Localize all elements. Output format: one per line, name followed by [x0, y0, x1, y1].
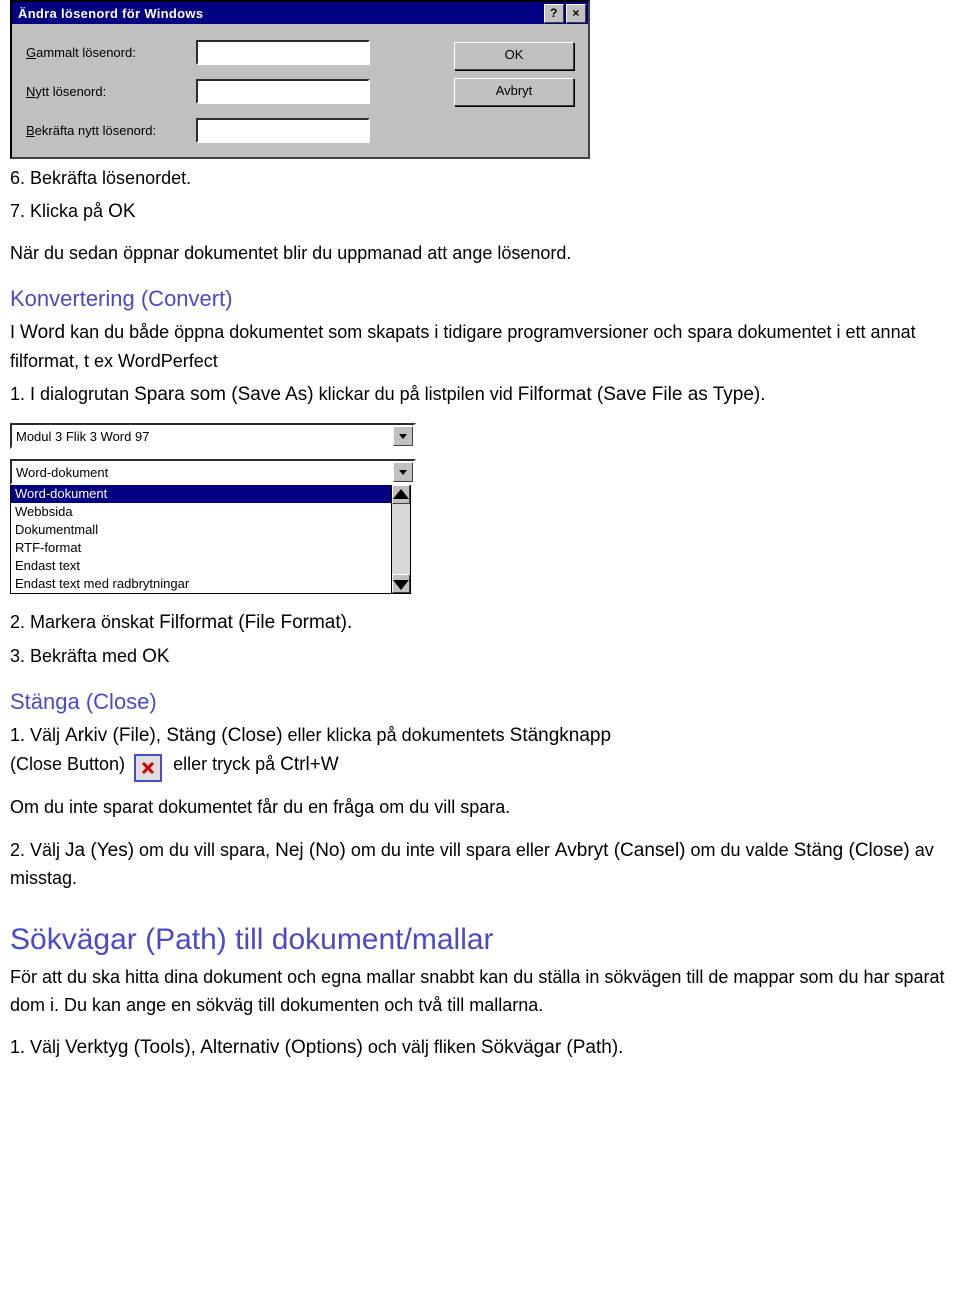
- heading-close: Stänga (Close): [10, 685, 950, 719]
- convert-step1: 1. I dialogrutan Spara som (Save As) kli…: [10, 380, 950, 409]
- paths-intro: För att du ska hitta dina dokument och e…: [10, 964, 950, 1020]
- step-confirm-password: 6. Bekräfta lösenordet.: [10, 165, 950, 193]
- filename-combo-value: Modul 3 Flik 3 Word 97: [16, 429, 149, 444]
- ok-button[interactable]: OK: [454, 42, 574, 70]
- list-item[interactable]: RTF-format: [11, 539, 391, 557]
- filename-combo-block: Modul 3 Flik 3 Word 97 Word-dokument Wor…: [10, 423, 950, 594]
- close-step1: 1. Välj Arkiv (File), Stäng (Close) elle…: [10, 721, 950, 780]
- scroll-up-icon[interactable]: [392, 485, 410, 504]
- help-button[interactable]: ?: [544, 4, 564, 23]
- fileformat-combo-value: Word-dokument: [16, 465, 108, 480]
- new-password-label: Nytt lösenord:: [26, 84, 196, 99]
- filename-combo[interactable]: Modul 3 Flik 3 Word 97: [10, 423, 416, 449]
- convert-intro: I Word kan du både öppna dokumentet som …: [10, 318, 950, 375]
- password-prompt-note: När du sedan öppnar dokumentet blir du u…: [10, 240, 950, 268]
- close-button[interactable]: ×: [566, 4, 586, 23]
- dialog-title: Ändra lösenord för Windows: [18, 6, 542, 21]
- list-item[interactable]: Word-dokument: [11, 485, 391, 503]
- list-item[interactable]: Dokumentmall: [11, 521, 391, 539]
- cancel-button[interactable]: Avbryt: [454, 78, 574, 106]
- old-password-input[interactable]: [196, 40, 370, 65]
- close-icon: [134, 754, 162, 782]
- convert-step2: 2. Markera önskat Filformat (File Format…: [10, 608, 950, 637]
- scrollbar[interactable]: [392, 484, 411, 594]
- list-item[interactable]: Webbsida: [11, 503, 391, 521]
- dialog-titlebar: Ändra lösenord för Windows ? ×: [12, 2, 588, 24]
- fileformat-combo[interactable]: Word-dokument: [10, 459, 416, 485]
- paths-step1: 1. Välj Verktyg (Tools), Alternativ (Opt…: [10, 1033, 950, 1062]
- confirm-password-input[interactable]: [196, 118, 370, 143]
- scroll-down-icon[interactable]: [392, 574, 410, 593]
- chevron-down-icon[interactable]: [393, 426, 413, 446]
- heading-paths: Sökvägar (Path) till dokument/mallar: [10, 917, 950, 964]
- close-step2: 2. Välj Ja (Yes) om du vill spara, Nej (…: [10, 836, 950, 893]
- step-click-ok: 7. Klicka på OK: [10, 197, 950, 226]
- heading-convert: Konvertering (Convert): [10, 282, 950, 316]
- old-password-label: Gammalt lösenord:: [26, 45, 196, 60]
- fileformat-list[interactable]: Word-dokument Webbsida Dokumentmall RTF-…: [10, 484, 392, 594]
- close-save-prompt: Om du inte sparat dokumentet får du en f…: [10, 794, 950, 822]
- list-item[interactable]: Endast text: [11, 557, 391, 575]
- confirm-password-label: Bekräfta nytt lösenord:: [26, 123, 196, 138]
- new-password-input[interactable]: [196, 79, 370, 104]
- password-dialog: Ändra lösenord för Windows ? × Gammalt l…: [10, 0, 590, 159]
- chevron-down-icon[interactable]: [393, 462, 413, 482]
- list-item[interactable]: Endast text med radbrytningar: [11, 575, 391, 593]
- convert-step3: 3. Bekräfta med OK: [10, 642, 950, 671]
